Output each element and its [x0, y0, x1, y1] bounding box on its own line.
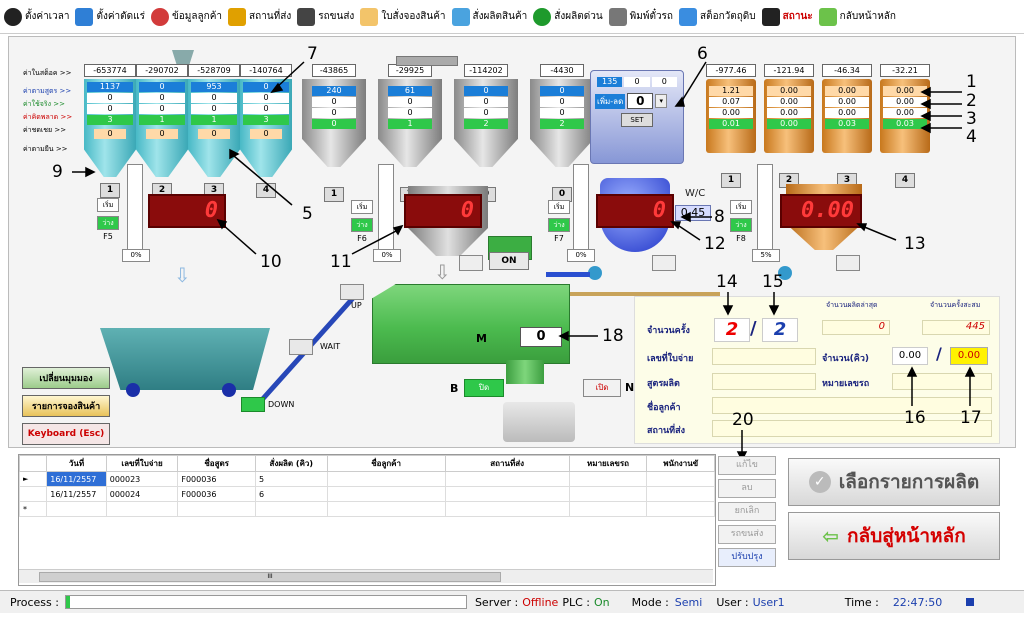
column-header-truck[interactable]: หมายเลขรถ [568, 455, 648, 472]
grid-actions: แก้ไข ลบ ยกเลิก รถขนส่ง ปรับปรุง [718, 456, 776, 567]
grid-hscroll-thumb[interactable]: III [39, 572, 501, 582]
callout-11: 11 [330, 252, 352, 272]
cancel-button[interactable]: ยกเลิก [718, 502, 776, 521]
select-production-button[interactable]: ✓ เลือกรายการผลิต [788, 458, 1000, 506]
callout-4: 4 [966, 127, 977, 147]
cell-qty[interactable]: 5 [255, 471, 328, 487]
cell-staff[interactable] [646, 471, 715, 487]
column-header-bill[interactable]: เลขที่ใบจ่าย [105, 455, 179, 472]
grid-header-row: วันที่ เลขที่ใบจ่าย ชื่อสูตร สั่งผลิต (ค… [18, 455, 715, 472]
callout-10: 10 [260, 252, 282, 272]
process-label: Process : [10, 595, 59, 609]
column-header-customer[interactable]: ชื่อลูกค้า [326, 455, 446, 472]
cell-customer[interactable] [326, 486, 446, 502]
cell-site[interactable] [444, 471, 570, 487]
user-value: User1 [752, 595, 785, 609]
cell-site[interactable] [444, 486, 570, 502]
orders-grid[interactable]: วันที่ เลขที่ใบจ่าย ชื่อสูตร สั่งผลิต (ค… [18, 454, 716, 586]
status-indicator-icon [966, 598, 975, 606]
time-value: 22:47:50 [892, 595, 943, 609]
cell-staff[interactable] [646, 486, 715, 502]
callout-3: 3 [966, 109, 977, 129]
edit-button[interactable]: แก้ไข [718, 456, 776, 475]
table-row[interactable]: ► 16/11/2557 000023 F000036 5 [18, 471, 715, 487]
grid-hscrollbar[interactable]: III [19, 569, 713, 583]
callout-1: 1 [966, 72, 977, 92]
server-label: Server : [474, 595, 519, 609]
mode-label: Mode : [631, 595, 669, 609]
callout-6: 6 [697, 44, 708, 64]
callout-15: 15 [762, 272, 784, 292]
callout-14: 14 [716, 272, 738, 292]
cell-qty[interactable]: 6 [255, 486, 328, 502]
callout-13: 13 [904, 234, 926, 254]
callout-9: 9 [52, 162, 63, 182]
callout-18: 18 [602, 326, 624, 346]
server-value: Offline [522, 595, 559, 609]
column-header-site[interactable]: สถานที่ส่ง [444, 455, 570, 472]
table-new-row[interactable]: * [18, 501, 715, 517]
column-header-formula[interactable]: ชื่อสูตร [177, 455, 256, 472]
cell-date[interactable]: 16/11/2557 [46, 471, 107, 487]
new-row-marker: * [18, 501, 48, 517]
time-label: Time : [844, 595, 879, 609]
cell-customer[interactable] [326, 471, 446, 487]
callout-7: 7 [307, 44, 318, 64]
cell-formula[interactable]: F000036 [177, 471, 256, 487]
cell-truck[interactable] [568, 486, 648, 502]
user-label: User : [716, 595, 749, 609]
grid-row-header [18, 455, 48, 472]
column-header-staff[interactable]: พนักงานขั [646, 455, 715, 472]
row-marker [18, 486, 48, 502]
current-row-marker: ► [18, 471, 48, 487]
transport-button[interactable]: รถขนส่ง [718, 525, 776, 544]
status-bar: Process : Server : Offline PLC : On Mode… [0, 590, 1024, 613]
mode-value: Semi [674, 595, 703, 609]
back-arrow-icon: ⇦ [822, 524, 840, 548]
plc-value: On [593, 595, 610, 609]
column-header-qty[interactable]: สั่งผลิต (คิว) [255, 455, 328, 472]
callout-5: 5 [302, 204, 313, 224]
delete-button[interactable]: ลบ [718, 479, 776, 498]
callout-12: 12 [704, 234, 726, 254]
check-icon: ✓ [808, 471, 831, 493]
cell-bill[interactable]: 000023 [105, 471, 179, 487]
callout-16: 16 [904, 408, 926, 428]
cell-formula[interactable]: F000036 [177, 486, 256, 502]
plc-label: PLC : [562, 595, 590, 609]
cell-truck[interactable] [568, 471, 648, 487]
callout-8: 8 [714, 207, 725, 227]
return-home-button[interactable]: ⇦ กลับสู่หน้าหลัก [788, 512, 1000, 560]
cell-date[interactable]: 16/11/2557 [46, 486, 107, 502]
callout-17: 17 [960, 408, 982, 428]
table-row[interactable]: 16/11/2557 000024 F000036 6 [18, 486, 715, 502]
refresh-button[interactable]: ปรับปรุง [718, 548, 776, 567]
column-header-date[interactable]: วันที่ [46, 455, 107, 472]
process-progress-bar [64, 595, 467, 609]
callout-20: 20 [732, 410, 754, 430]
cell-bill[interactable]: 000024 [105, 486, 179, 502]
callout-2: 2 [966, 91, 977, 111]
